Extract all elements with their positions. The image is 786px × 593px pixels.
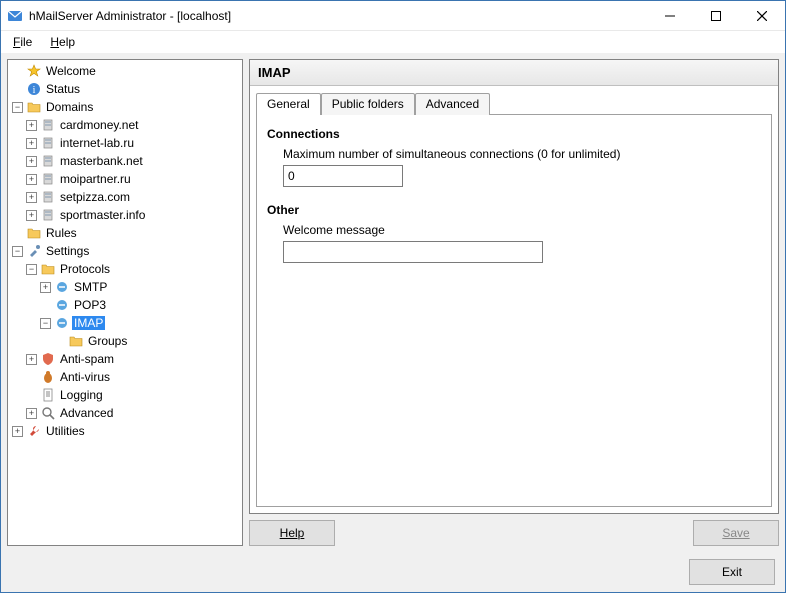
server-icon xyxy=(40,207,56,223)
tree-advanced[interactable]: +Advanced xyxy=(10,404,240,422)
tab-advanced[interactable]: Advanced xyxy=(415,93,490,115)
tree-antispam[interactable]: +Anti-spam xyxy=(10,350,240,368)
server-icon xyxy=(40,117,56,133)
tab-general[interactable]: General xyxy=(256,93,321,115)
star-icon xyxy=(26,63,42,79)
maximize-button[interactable] xyxy=(693,1,739,31)
panel-button-row: Help Save xyxy=(249,520,779,546)
menubar: File Help xyxy=(1,31,785,53)
tab-page-general: Connections Maximum number of simultaneo… xyxy=(256,114,772,507)
info-icon: i xyxy=(26,81,42,97)
log-icon xyxy=(40,387,56,403)
tree-protocols[interactable]: −Protocols xyxy=(10,260,240,278)
tree-rules[interactable]: Rules xyxy=(10,224,240,242)
app-icon xyxy=(7,8,23,24)
folder-icon xyxy=(26,225,42,241)
tree-domain-item[interactable]: +setpizza.com xyxy=(10,188,240,206)
server-icon xyxy=(40,171,56,187)
window-title: hMailServer Administrator - [localhost] xyxy=(29,9,647,23)
save-button[interactable]: Save xyxy=(693,520,779,546)
expand-toggle[interactable]: − xyxy=(40,318,51,329)
section-connections: Connections xyxy=(267,127,761,141)
tools-icon xyxy=(26,243,42,259)
minimize-button[interactable] xyxy=(647,1,693,31)
tree-antivirus[interactable]: Anti-virus xyxy=(10,368,240,386)
tree-groups[interactable]: Groups xyxy=(10,332,240,350)
app-window: hMailServer Administrator - [localhost] … xyxy=(0,0,786,593)
nav-tree[interactable]: Welcome iStatus −Domains +cardmoney.net+… xyxy=(7,59,243,546)
tree-domain-item[interactable]: +cardmoney.net xyxy=(10,116,240,134)
magnifier-icon xyxy=(40,405,56,421)
bug-icon xyxy=(40,369,56,385)
expand-toggle[interactable]: + xyxy=(26,174,37,185)
expand-toggle[interactable]: + xyxy=(26,210,37,221)
body: Welcome iStatus −Domains +cardmoney.net+… xyxy=(1,53,785,552)
max-connections-input[interactable] xyxy=(283,165,403,187)
tree-domain-item[interactable]: +masterbank.net xyxy=(10,152,240,170)
close-button[interactable] xyxy=(739,1,785,31)
protocol-icon xyxy=(54,297,70,313)
tree-utilities[interactable]: +Utilities xyxy=(10,422,240,440)
tree-settings[interactable]: −Settings xyxy=(10,242,240,260)
help-button[interactable]: Help xyxy=(249,520,335,546)
max-connections-label: Maximum number of simultaneous connectio… xyxy=(283,147,761,161)
tree-domain-item[interactable]: +moipartner.ru xyxy=(10,170,240,188)
folder-icon xyxy=(68,333,84,349)
expand-toggle[interactable]: − xyxy=(12,246,23,257)
wrench-icon xyxy=(26,423,42,439)
bottom-bar: Exit xyxy=(1,552,785,592)
welcome-message-input[interactable] xyxy=(283,241,543,263)
main-pane: IMAP General Public folders Advanced Con… xyxy=(249,59,779,546)
tree-domains[interactable]: −Domains xyxy=(10,98,240,116)
panel-title: IMAP xyxy=(250,60,778,86)
content-panel: IMAP General Public folders Advanced Con… xyxy=(249,59,779,514)
window-buttons xyxy=(647,1,785,31)
expand-toggle[interactable]: − xyxy=(26,264,37,275)
expand-toggle[interactable]: + xyxy=(26,120,37,131)
expand-toggle[interactable]: + xyxy=(26,156,37,167)
exit-button[interactable]: Exit xyxy=(689,559,775,585)
tree-domain-item[interactable]: +sportmaster.info xyxy=(10,206,240,224)
titlebar: hMailServer Administrator - [localhost] xyxy=(1,1,785,31)
expand-toggle[interactable]: + xyxy=(40,282,51,293)
section-other: Other xyxy=(267,203,761,217)
tree-welcome[interactable]: Welcome xyxy=(10,62,240,80)
tree-imap[interactable]: −IMAP xyxy=(10,314,240,332)
expand-toggle[interactable]: + xyxy=(26,354,37,365)
protocol-icon xyxy=(54,315,70,331)
expand-toggle[interactable]: + xyxy=(26,192,37,203)
server-icon xyxy=(40,153,56,169)
protocol-icon xyxy=(54,279,70,295)
menu-help[interactable]: Help xyxy=(42,33,83,51)
tree-pop3[interactable]: POP3 xyxy=(10,296,240,314)
expand-toggle[interactable]: + xyxy=(26,138,37,149)
folder-icon xyxy=(40,261,56,277)
tabstrip: General Public folders Advanced xyxy=(250,86,778,114)
welcome-message-label: Welcome message xyxy=(283,223,761,237)
folder-icon xyxy=(26,99,42,115)
shield-icon xyxy=(40,351,56,367)
server-icon xyxy=(40,135,56,151)
server-icon xyxy=(40,189,56,205)
svg-text:i: i xyxy=(33,85,36,96)
expand-toggle[interactable]: + xyxy=(26,408,37,419)
tab-public-folders[interactable]: Public folders xyxy=(321,93,415,115)
tree-logging[interactable]: Logging xyxy=(10,386,240,404)
tree-smtp[interactable]: +SMTP xyxy=(10,278,240,296)
tree-status[interactable]: iStatus xyxy=(10,80,240,98)
expand-toggle[interactable]: − xyxy=(12,102,23,113)
menu-file[interactable]: File xyxy=(5,33,40,51)
expand-toggle[interactable]: + xyxy=(12,426,23,437)
tree-domain-item[interactable]: +internet-lab.ru xyxy=(10,134,240,152)
